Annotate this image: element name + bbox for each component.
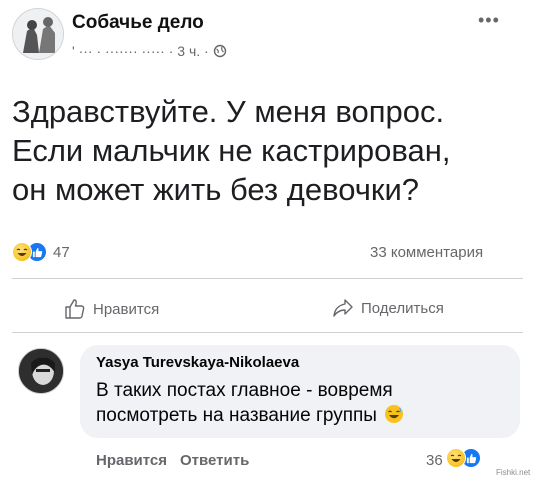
post-text: Здравствуйте. У меня вопрос. Если мальчи…	[12, 92, 527, 209]
comments-count-link[interactable]: 33 комментария	[370, 244, 483, 261]
group-avatar[interactable]	[12, 8, 64, 60]
post-author-blurred: ' ··· · ······· ·····	[72, 43, 165, 59]
more-options-icon[interactable]: •••	[478, 10, 500, 31]
like-button[interactable]: Нравится	[64, 298, 159, 320]
divider	[12, 278, 523, 279]
laughing-emoji-icon	[12, 242, 32, 262]
globe-icon	[213, 44, 226, 58]
post-meta: ' ··· · ······· ····· · 3 ч. ·	[72, 43, 227, 59]
comment-reply-button[interactable]: Ответить	[180, 452, 249, 469]
share-button[interactable]: Поделиться	[332, 298, 444, 318]
commenter-name-link[interactable]: Yasya Turevskaya-Nikolaeva	[96, 354, 299, 371]
reactions-summary[interactable]: 47	[12, 242, 70, 262]
commenter-avatar-image	[19, 349, 63, 393]
group-avatar-image	[13, 9, 63, 59]
group-name-link[interactable]: Собачье дело	[72, 12, 204, 34]
comment-reactions[interactable]	[446, 448, 481, 468]
comment-reaction-count: 36	[426, 452, 443, 469]
comment-like-button[interactable]: Нравится	[96, 452, 167, 469]
thumbs-up-icon	[65, 299, 85, 319]
share-arrow-icon	[333, 299, 353, 317]
laughing-emoji-icon	[385, 405, 404, 423]
laughing-emoji-icon	[446, 448, 466, 468]
post-text-line: он может жить без девочки?	[12, 172, 420, 207]
divider	[12, 332, 523, 333]
watermark: Fishki.net	[496, 468, 531, 477]
share-button-label: Поделиться	[361, 299, 444, 317]
like-button-label: Нравится	[93, 300, 160, 318]
reaction-count: 47	[53, 243, 70, 261]
post-text-line: Если мальчик не кастрирован,	[12, 133, 451, 168]
commenter-avatar[interactable]	[18, 348, 64, 394]
post-text-line: Здравствуйте. У меня вопрос.	[12, 94, 445, 129]
comment-text: В таких постах главное - вовремя посмотр…	[96, 378, 506, 428]
post-timestamp[interactable]: · 3 ч. ·	[169, 43, 209, 59]
comment-text-line: посмотреть на название группы	[96, 403, 506, 428]
comment-text-line: В таких постах главное - вовремя	[96, 380, 393, 401]
